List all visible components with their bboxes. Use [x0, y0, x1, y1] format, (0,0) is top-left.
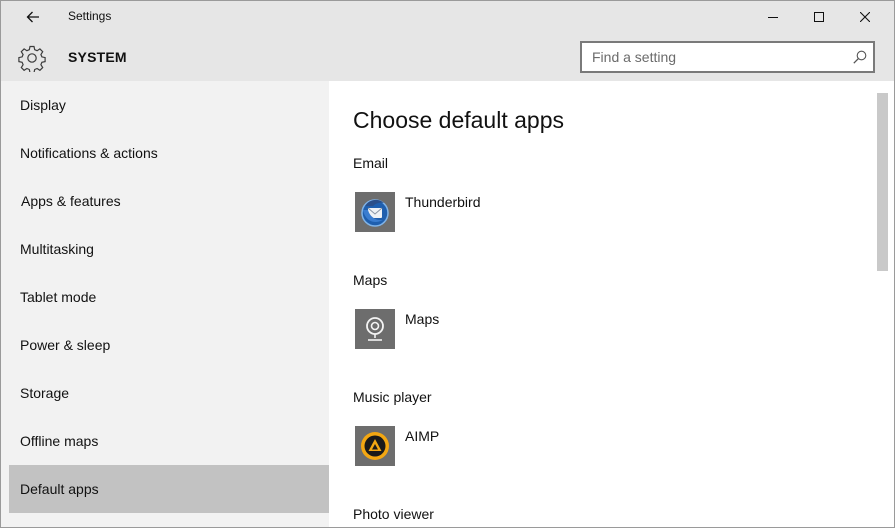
app-tile — [355, 309, 395, 349]
close-icon — [860, 12, 870, 22]
sidebar-item-label: Display — [20, 97, 66, 113]
category-label-photo-viewer: Photo viewer — [353, 506, 434, 522]
minimize-icon — [768, 17, 778, 18]
category-label-email: Email — [353, 155, 389, 171]
content-scrollbar[interactable] — [875, 81, 894, 527]
settings-header: SYSTEM — [1, 33, 894, 81]
app-name: Maps — [405, 311, 440, 327]
close-button[interactable] — [842, 1, 888, 33]
category-label-maps: Maps — [353, 272, 388, 288]
sidebar-item-label: Multitasking — [20, 241, 94, 257]
sidebar-item-notifications[interactable]: Notifications & actions — [9, 129, 329, 177]
minimize-button[interactable] — [750, 1, 796, 33]
gear-icon — [18, 45, 46, 72]
page-title: Choose default apps — [353, 107, 564, 133]
thunderbird-icon — [361, 199, 389, 227]
app-tile — [355, 426, 395, 466]
sidebar-item-power-sleep[interactable]: Power & sleep — [9, 321, 329, 369]
default-maps-app-button[interactable]: Maps — [353, 309, 653, 353]
app-name: Thunderbird — [405, 194, 481, 210]
maximize-button[interactable] — [796, 1, 842, 33]
title-bar: Settings — [1, 1, 894, 33]
sidebar-item-default-apps[interactable]: Default apps — [9, 465, 329, 513]
sidebar: Display Notifications & actions Apps & f… — [9, 81, 329, 527]
app-name: AIMP — [405, 428, 440, 444]
scroll-thumb[interactable] — [877, 93, 888, 271]
sidebar-item-label: Notifications & actions — [20, 145, 158, 161]
sidebar-item-label: Default apps — [20, 481, 99, 497]
aimp-icon — [361, 432, 389, 460]
sidebar-item-multitasking[interactable]: Multitasking — [9, 225, 329, 273]
search-box[interactable] — [580, 41, 875, 73]
main-content: Choose default apps Email Thunderbird Ma… — [329, 81, 875, 527]
sidebar-item-label: Storage — [20, 385, 70, 401]
sidebar-item-label: Apps & features — [21, 193, 121, 209]
settings-window: Settings SYSTEM Find a setting Display N… — [0, 0, 895, 528]
maps-icon — [366, 317, 384, 341]
sidebar-item-label: Power & sleep — [20, 337, 111, 353]
search-icon[interactable] — [853, 50, 867, 64]
back-arrow-icon — [26, 11, 39, 23]
category-label-music-player: Music player — [353, 389, 432, 405]
sidebar-item-apps-features[interactable]: Apps & features — [9, 177, 329, 225]
sidebar-item-storage[interactable]: Storage — [9, 369, 329, 417]
sidebar-item-offline-maps[interactable]: Offline maps — [9, 417, 329, 465]
sidebar-item-label: Tablet mode — [20, 289, 97, 305]
sidebar-item-display[interactable]: Display — [9, 81, 329, 129]
maximize-icon — [814, 12, 824, 22]
default-music-app-button[interactable]: AIMP — [353, 426, 653, 470]
window-title: Settings — [68, 9, 112, 23]
default-email-app-button[interactable]: Thunderbird — [353, 192, 653, 236]
sidebar-item-label: Offline maps — [20, 433, 99, 449]
section-title: SYSTEM — [68, 49, 127, 65]
back-button[interactable] — [15, 3, 51, 31]
search-input[interactable] — [582, 43, 842, 71]
sidebar-item-tablet-mode[interactable]: Tablet mode — [9, 273, 329, 321]
app-tile — [355, 192, 395, 232]
